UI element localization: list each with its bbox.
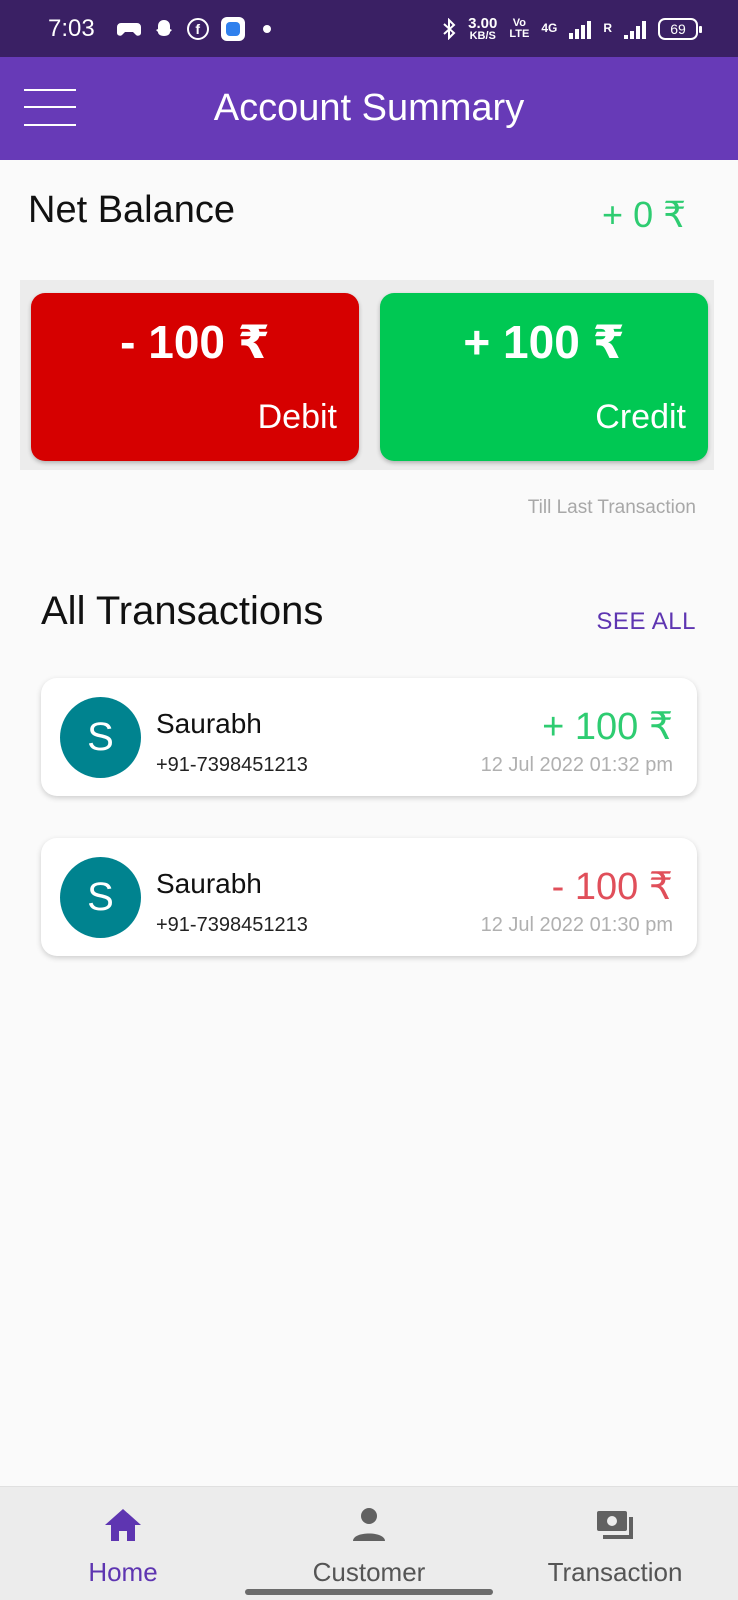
- signal-icon: [569, 19, 592, 39]
- person-icon: [353, 1508, 385, 1541]
- debit-amount: - 100 ₹: [120, 316, 270, 368]
- status-left: 7:03 f: [48, 15, 271, 43]
- app-notification-icon: [220, 16, 245, 41]
- transaction-phone: +91-7398451213: [156, 914, 308, 936]
- net-balance-label: Net Balance: [28, 189, 236, 231]
- nav-item-home[interactable]: Home: [0, 1487, 246, 1600]
- nav-label-transaction: Transaction: [547, 1557, 683, 1587]
- avatar: S: [60, 857, 141, 938]
- transaction-datetime: 12 Jul 2022 01:32 pm: [480, 754, 673, 776]
- transaction-card[interactable]: S Saurabh +91-7398451213 - 100 ₹ 12 Jul …: [41, 838, 697, 956]
- battery-icon: 69: [658, 17, 702, 40]
- signal-icon-2: [624, 19, 646, 39]
- transaction-amount: + 100 ₹: [542, 706, 673, 748]
- nav-item-transaction[interactable]: Transaction: [492, 1487, 738, 1600]
- debit-label: Debit: [257, 398, 337, 436]
- credit-amount: + 100 ₹: [463, 316, 625, 368]
- network-speed-unit: KB/S: [469, 29, 496, 42]
- transaction-card[interactable]: S Saurabh +91-7398451213 + 100 ₹ 12 Jul …: [41, 678, 697, 796]
- game-controller-icon: [116, 19, 141, 39]
- page-title: Account Summary: [213, 87, 525, 129]
- volte-indicator: Vo LTE: [509, 16, 530, 40]
- transactions-title: All Transactions: [41, 589, 324, 633]
- transaction-name: Saurabh: [156, 868, 262, 899]
- see-all-link[interactable]: SEE ALL: [596, 608, 696, 636]
- volte-bottom: LTE: [509, 27, 530, 40]
- network-type: 4G: [541, 21, 558, 35]
- transaction-amount: - 100 ₹: [551, 866, 673, 908]
- snapchat-icon: [153, 18, 175, 40]
- transaction-datetime: 12 Jul 2022 01:30 pm: [480, 914, 673, 936]
- debit-card[interactable]: - 100 ₹ Debit: [31, 293, 359, 461]
- money-icon: [597, 1511, 633, 1539]
- network-speed-value: 3.00: [468, 14, 498, 32]
- battery-level: 69: [670, 20, 686, 37]
- bottom-navigation: Home Customer Transaction: [0, 1486, 738, 1600]
- transaction-phone: +91-7398451213: [156, 754, 308, 776]
- net-balance-value: + 0 ₹: [602, 194, 686, 235]
- credit-card[interactable]: + 100 ₹ Credit: [380, 293, 708, 461]
- more-notifications-dot-icon: [262, 24, 271, 33]
- avatar: S: [60, 697, 141, 778]
- nav-item-customer[interactable]: Customer: [246, 1487, 492, 1600]
- app-bar: Account Summary: [0, 57, 738, 160]
- status-bar: 7:03 f 3.00 KB/S Vo LTE 4G R 69: [0, 0, 738, 57]
- network-speed: 3.00 KB/S: [468, 16, 497, 42]
- transaction-name: Saurabh: [156, 708, 262, 739]
- nav-label-home: Home: [88, 1557, 158, 1587]
- roaming-indicator: R: [603, 21, 612, 35]
- credit-label: Credit: [595, 398, 686, 436]
- home-icon: [105, 1509, 141, 1541]
- facebook-icon: f: [186, 17, 209, 40]
- gesture-bar: [245, 1589, 493, 1595]
- nav-label-customer: Customer: [312, 1557, 426, 1587]
- volte-top: Vo: [512, 16, 526, 29]
- bluetooth-icon: [442, 17, 456, 40]
- summary-footnote: Till Last Transaction: [527, 497, 696, 518]
- status-time: 7:03: [48, 14, 95, 42]
- status-right: 3.00 KB/S Vo LTE 4G R 69: [442, 16, 702, 42]
